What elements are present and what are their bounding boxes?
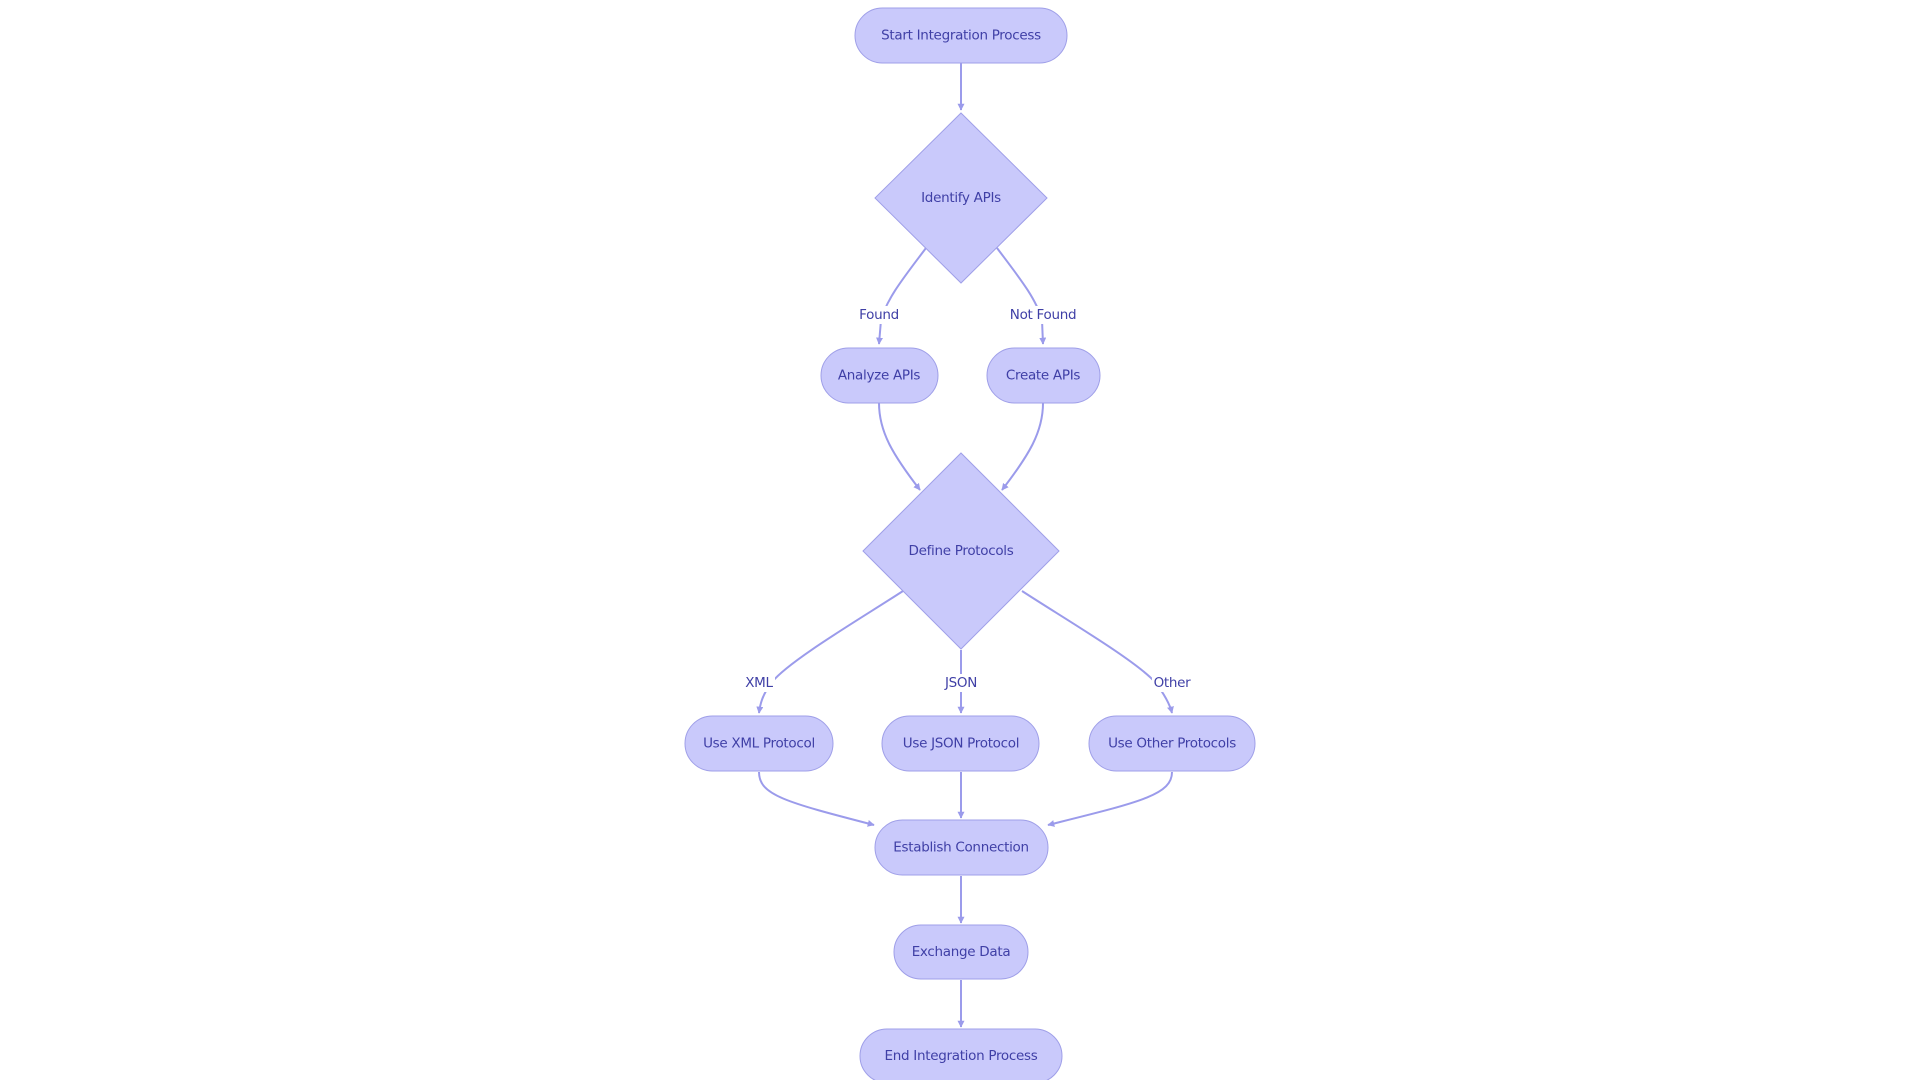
node-use-xml-protocol[interactable]: Use XML Protocol	[684, 715, 834, 772]
edge-other-to-establish	[1047, 771, 1173, 827]
node-create-apis[interactable]: Create APIs	[986, 347, 1101, 404]
edge-label-not-found-text: Not Found	[1010, 307, 1076, 323]
edge-label-other: Other	[1152, 674, 1192, 692]
edge-identify-to-analyze	[876, 247, 927, 345]
node-use-other-protocols[interactable]: Use Other Protocols	[1088, 715, 1256, 772]
edge-label-json-text: JSON	[944, 675, 977, 691]
node-use-xml-protocol-label: Use XML Protocol	[703, 736, 815, 752]
flowchart-diagram: Found Not Found XML JSON Other Start Int…	[684, 7, 1256, 1080]
node-identify-apis-label: Identify APIs	[921, 190, 1001, 206]
edge-define-to-xml	[756, 590, 904, 714]
node-identify-apis[interactable]: Identify APIs	[874, 112, 1048, 284]
node-analyze-apis[interactable]: Analyze APIs	[820, 347, 939, 404]
node-end[interactable]: End Integration Process	[859, 1028, 1063, 1080]
edge-xml-to-establish	[758, 771, 875, 827]
edge-label-xml: XML	[743, 674, 775, 692]
edge-label-other-text: Other	[1154, 675, 1192, 691]
edge-create-to-define	[1001, 402, 1044, 491]
edge-label-found: Found	[858, 306, 900, 324]
node-start[interactable]: Start Integration Process	[854, 7, 1068, 64]
edge-label-xml-text: XML	[745, 675, 773, 691]
node-define-protocols[interactable]: Define Protocols	[862, 452, 1060, 650]
node-exchange-data[interactable]: Exchange Data	[893, 924, 1029, 980]
edge-analyze-to-define	[878, 402, 921, 491]
nodes: Start Integration Process Identify APIs …	[684, 7, 1256, 1080]
node-end-label: End Integration Process	[885, 1048, 1038, 1064]
node-exchange-data-label: Exchange Data	[912, 944, 1011, 960]
edge-identify-to-create	[996, 247, 1047, 345]
edge-label-not-found: Not Found	[1008, 306, 1078, 324]
node-create-apis-label: Create APIs	[1006, 368, 1081, 384]
node-start-label: Start Integration Process	[881, 28, 1041, 44]
node-use-json-protocol[interactable]: Use JSON Protocol	[881, 715, 1040, 772]
node-use-other-protocols-label: Use Other Protocols	[1108, 736, 1236, 752]
node-establish-connection[interactable]: Establish Connection	[874, 819, 1049, 876]
node-define-protocols-label: Define Protocols	[909, 543, 1014, 559]
node-analyze-apis-label: Analyze APIs	[838, 368, 921, 384]
node-establish-connection-label: Establish Connection	[893, 840, 1028, 856]
edge-label-found-text: Found	[859, 307, 899, 323]
node-use-json-protocol-label: Use JSON Protocol	[903, 736, 1019, 752]
edge-define-to-other	[1021, 590, 1174, 714]
edge-label-json: JSON	[942, 674, 980, 692]
